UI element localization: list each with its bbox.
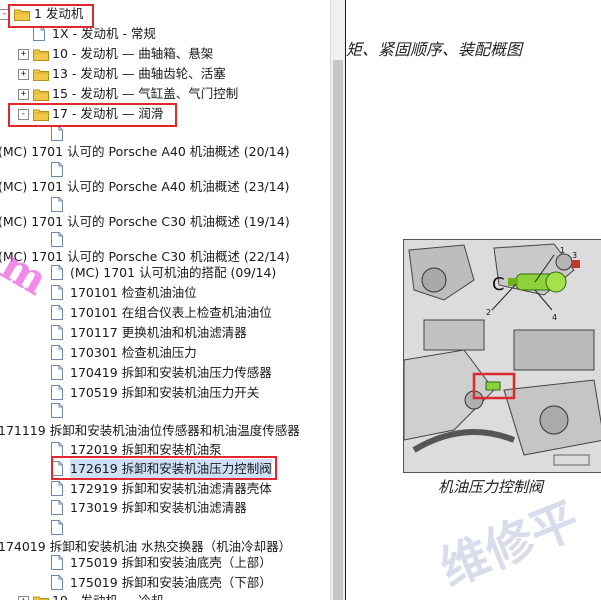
tree-item-label: 172919 拆卸和安装机油滤清器壳体 [70, 481, 272, 496]
tree-item-label: 175019 拆卸和安装油底壳（下部） [70, 575, 272, 590]
tree-document-node[interactable]: 170117 更换机油和机油滤清器 [0, 323, 330, 343]
tree-document-node[interactable] [0, 401, 330, 421]
callout-c: C [492, 274, 505, 295]
document-icon [51, 481, 63, 496]
tree-folder-node[interactable]: +10 - 发动机 — 曲轴箱、悬架 [0, 44, 330, 64]
document-icon [51, 365, 63, 380]
document-icon [51, 126, 63, 141]
document-icon [51, 575, 63, 590]
document-icon [51, 520, 63, 535]
document-icon [51, 305, 63, 320]
tree-document-node[interactable]: 170301 检查机油压力 [0, 343, 330, 363]
expand-toggle-icon[interactable]: + [18, 49, 29, 60]
tree-document-node[interactable]: 170419 拆卸和安装机油压力传感器 [0, 363, 330, 383]
tree-item-label: 170519 拆卸和安装机油压力开关 [70, 385, 260, 400]
tree-item-label: 170101 在组合仪表上检查机油油位 [70, 305, 272, 320]
oil-pressure-valve-figure: C 1 2 3 4 [403, 239, 601, 473]
document-icon [51, 285, 63, 300]
document-icon [51, 442, 63, 457]
scrollbar-thumb[interactable] [333, 60, 343, 600]
tree-item-label: 170419 拆卸和安装机油压力传感器 [70, 365, 272, 380]
tree-document-node[interactable]: 175019 拆卸和安装油底壳（下部） [0, 573, 330, 593]
tree-item-label: 170101 检查机油油位 [70, 285, 197, 300]
tree-item-label: (MC) 1701 认可的 Porsche A40 机油概述 (20/14) [0, 144, 290, 159]
watermark-text: 维修平 [432, 491, 588, 598]
folder-icon [33, 87, 49, 101]
document-icon [51, 403, 63, 418]
tree-document-node[interactable]: 175019 拆卸和安装油底壳（上部） [0, 553, 330, 573]
document-heading: 矩、紧固顺序、装配概图 [346, 40, 523, 59]
tree-scrollbar[interactable] [330, 0, 345, 600]
expand-toggle-icon[interactable]: + [18, 69, 29, 80]
document-icon [51, 555, 63, 570]
document-icon [51, 232, 63, 247]
document-icon [51, 385, 63, 400]
tree-document-node[interactable]: 170101 在组合仪表上检查机油油位 [0, 303, 330, 323]
document-icon [51, 162, 63, 177]
document-icon [33, 26, 45, 41]
tree-folder-node[interactable]: +15 - 发动机 — 气缸盖、气门控制 [0, 84, 330, 104]
tree-document-node[interactable] [0, 518, 330, 538]
tree-item-label: (MC) 1701 认可的 Porsche A40 机油概述 (23/14) [0, 179, 290, 194]
callout-2: 2 [486, 308, 491, 317]
tree-document-node[interactable]: 173019 拆卸和安装机油滤清器 [0, 498, 330, 518]
highlight-engine-node [8, 4, 94, 28]
tree-folder-node[interactable]: +19 - 发动机 — 冷却 [0, 591, 330, 600]
tree-folder-node[interactable]: +13 - 发动机 — 曲轴齿轮、活塞 [0, 64, 330, 84]
tree-document-node[interactable]: 170519 拆卸和安装机油压力开关 [0, 383, 330, 403]
expand-toggle-icon[interactable]: + [18, 89, 29, 100]
tree-item-label: 171119 拆卸和安装机油油位传感器和机油温度传感器 [0, 423, 300, 438]
tree-item-label: 173019 拆卸和安装机油滤清器 [70, 500, 247, 515]
tree-item-label: 19 - 发动机 — 冷却 [52, 591, 163, 600]
tree-item-label: 13 - 发动机 — 曲轴齿轮、活塞 [52, 66, 226, 81]
tree-document-node[interactable]: (MC) 1701 认可的 Porsche A40 机油概述 (20/14) [0, 142, 330, 162]
tree-item-label: (MC) 1701 认可机油的搭配 (09/14) [70, 265, 277, 280]
tree-item-label: 175019 拆卸和安装油底壳（上部） [70, 555, 272, 570]
highlight-valve-node [51, 456, 277, 480]
folder-icon [33, 67, 49, 81]
callout-4: 4 [552, 313, 557, 322]
tree-document-node[interactable]: 172919 拆卸和安装机油滤清器壳体 [0, 479, 330, 499]
callout-3: 3 [572, 251, 577, 260]
highlight-lubrication-node [8, 103, 177, 127]
tree-item-label: 170301 检查机油压力 [70, 345, 197, 360]
tree-item-label: (MC) 1701 认可的 Porsche C30 机油概述 (19/14) [0, 214, 290, 229]
topic-tree[interactable]: -1 发动机 1X - 发动机 - 常规 +10 - 发动机 — 曲轴箱、悬架 +13… [0, 0, 330, 600]
tree-item-label: 170117 更换机油和机油滤清器 [70, 325, 247, 340]
tree-document-node[interactable]: (MC) 1701 认可的 Porsche C30 机油概述 (19/14) [0, 212, 330, 232]
tree-item-label: 10 - 发动机 — 曲轴箱、悬架 [52, 46, 214, 61]
expand-toggle-icon[interactable]: + [18, 596, 29, 600]
document-icon [51, 197, 63, 212]
tree-document-node[interactable] [0, 124, 330, 144]
folder-icon [33, 47, 49, 61]
engine-illustration: C 1 2 3 4 [404, 240, 601, 472]
callout-1: 1 [560, 246, 565, 255]
document-icon [51, 500, 63, 515]
document-view: 矩、紧固顺序、装配概图 C 1 2 3 4 机油压力控制阀 维修平 [345, 0, 601, 600]
tree-document-node[interactable]: 171119 拆卸和安装机油油位传感器和机油温度传感器 [0, 421, 330, 441]
folder-icon [33, 594, 49, 600]
tree-item-label: 15 - 发动机 — 气缸盖、气门控制 [52, 86, 239, 101]
document-icon [51, 345, 63, 360]
document-icon [51, 325, 63, 340]
tree-document-node[interactable]: (MC) 1701 认可的 Porsche A40 机油概述 (23/14) [0, 177, 330, 197]
tree-document-node[interactable]: 170101 检查机油油位 [0, 283, 330, 303]
